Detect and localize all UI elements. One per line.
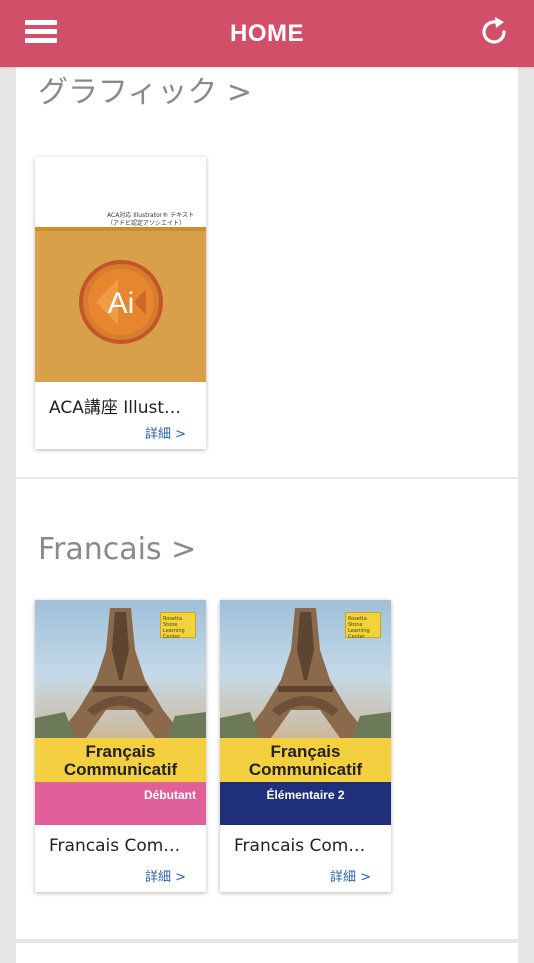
level-band: Élémentaire 2 xyxy=(220,782,391,825)
details-link[interactable]: 詳細 > xyxy=(145,866,186,885)
logo-text: Ai xyxy=(108,287,135,320)
refresh-icon[interactable] xyxy=(476,14,512,50)
book-card[interactable]: ACA対応 Illustrator® テキスト （アドビ認定アソシエイト） Ai… xyxy=(35,157,206,449)
cover-level: Élémentaire 2 xyxy=(266,788,345,802)
cover-level: Débutant xyxy=(144,788,196,802)
details-link[interactable]: 詳細 > xyxy=(330,866,371,885)
level-band: Débutant xyxy=(35,782,206,825)
book-title: Francais Com… xyxy=(234,836,366,856)
cover-title: Communicatif xyxy=(248,760,363,779)
section-next xyxy=(16,943,518,963)
cover-title: Communicatif xyxy=(63,760,178,779)
book-card[interactable]: Rosetta Stone Learning Center Français Co… xyxy=(220,600,391,892)
illustrator-logo: Ai xyxy=(79,260,163,344)
cover-title: Français xyxy=(270,742,341,761)
page-title: HOME xyxy=(230,20,304,47)
section-title[interactable]: Francais > xyxy=(38,532,196,567)
top-bar: HOME xyxy=(0,0,534,67)
section-title[interactable]: グラフィック > xyxy=(38,67,252,111)
section-graphic: グラフィック > ACA対応 Illustrator® テキスト （アドビ認定ア… xyxy=(16,67,518,477)
cover-title: Français xyxy=(85,742,156,761)
cover-text: ACA対応 Illustrator® テキスト xyxy=(107,212,194,219)
book-title: Francais Com… xyxy=(49,836,181,856)
rosetta-stone-logo: Rosetta Stone Learning Center xyxy=(345,612,381,640)
book-cover: ACA対応 Illustrator® テキスト （アドビ認定アソシエイト） Ai xyxy=(35,157,206,382)
book-card[interactable]: Rosetta Stone Learning Center Français Co… xyxy=(35,600,206,892)
book-cover: Rosetta Stone Learning Center Français Co… xyxy=(220,600,391,825)
rosetta-stone-logo: Rosetta Stone Learning Center xyxy=(160,612,196,640)
section-francais: Francais > Rosetta Stone Learning Center … xyxy=(16,479,518,939)
details-link[interactable]: 詳細 > xyxy=(145,423,186,442)
book-cover: Rosetta Stone Learning Center Français Co… xyxy=(35,600,206,825)
book-title: ACA講座 Illust… xyxy=(49,398,181,418)
